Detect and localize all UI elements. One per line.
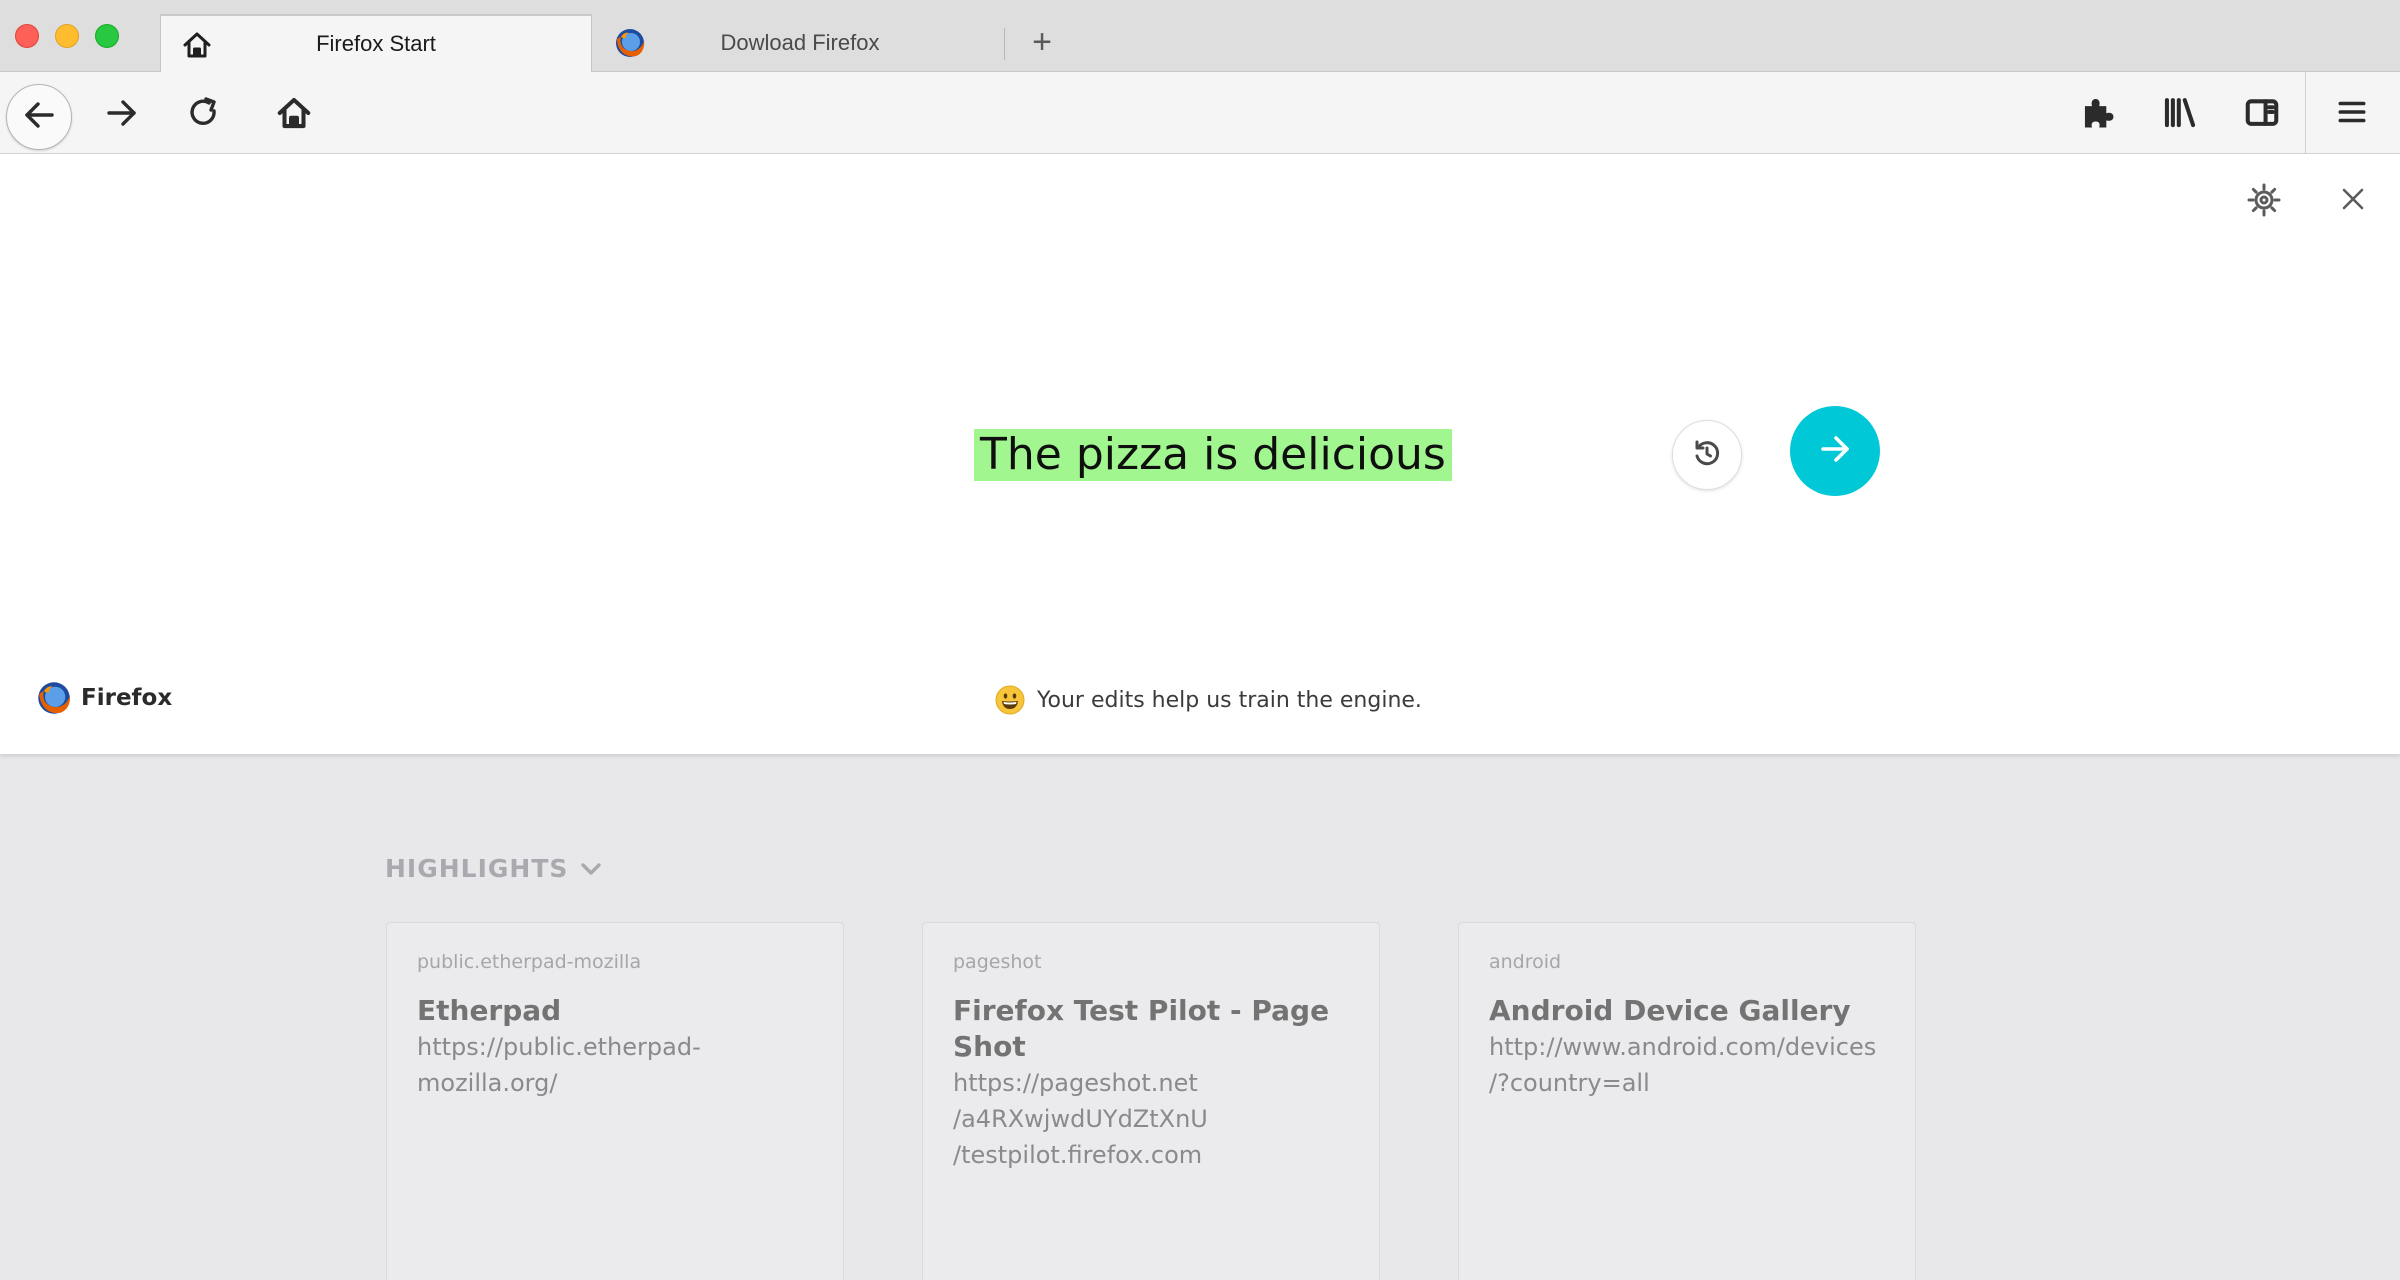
- card-title: Firefox Test Pilot - Page Shot: [953, 993, 1349, 1065]
- window-close-button[interactable]: [15, 24, 39, 48]
- footnote-text: Your edits help us train the engine.: [1037, 687, 1422, 713]
- firefox-logo-icon: [36, 680, 72, 716]
- reload-button[interactable]: [182, 93, 226, 137]
- tab-separator: [1004, 28, 1005, 60]
- firefox-brand: Firefox: [36, 680, 172, 716]
- card-host: android: [1489, 951, 1562, 973]
- back-button[interactable]: [6, 84, 72, 150]
- card-url-line: https://public.etherpad-: [417, 1033, 701, 1061]
- home-icon: [181, 29, 213, 61]
- training-note: Your edits help us train the engine.: [995, 685, 1422, 715]
- tab-label: Dowload Firefox: [720, 30, 880, 55]
- tab-download-firefox[interactable]: Dowload Firefox: [594, 14, 1006, 72]
- highlights-title: HIGHLIGHTS: [385, 854, 569, 883]
- card-title-line: Firefox Test Pilot - Page: [953, 994, 1330, 1027]
- window-zoom-button[interactable]: [95, 24, 119, 48]
- close-panel-button[interactable]: [2336, 184, 2370, 218]
- card-url-line: /testpilot.firefox.com: [953, 1141, 1203, 1169]
- card-url-line: https://pageshot.net: [953, 1069, 1198, 1097]
- tab-strip: Firefox Start Dowload Firefox +: [0, 0, 2400, 72]
- library-button[interactable]: [2158, 92, 2202, 136]
- window-minimize-button[interactable]: [55, 24, 79, 48]
- editable-sentence[interactable]: The pizza is delicious: [974, 429, 1452, 481]
- toolbar-separator: [2305, 72, 2306, 154]
- firefox-logo-icon: [614, 27, 646, 59]
- navigation-toolbar: [0, 72, 2400, 154]
- brand-name: Firefox: [81, 685, 173, 711]
- card-host: public.etherpad-mozilla: [417, 951, 642, 973]
- menu-hamburger-icon: [2335, 95, 2369, 134]
- grinning-face-icon: [995, 685, 1025, 715]
- menu-button[interactable]: [2330, 92, 2374, 136]
- extensions-puzzle-icon: [2079, 93, 2117, 136]
- extensions-button[interactable]: [2076, 92, 2120, 136]
- card-url-line: /?country=all: [1489, 1069, 1650, 1097]
- highlights-header[interactable]: HIGHLIGHTS: [385, 854, 604, 883]
- snippet-panel: The pizza is delicious Firefox Your edit…: [0, 154, 2400, 754]
- sidebar-button[interactable]: [2240, 92, 2284, 136]
- arrow-right-icon: [1815, 429, 1855, 474]
- home-button[interactable]: [272, 93, 316, 137]
- card-url-line: http://www.android.com/devices: [1489, 1033, 1877, 1061]
- back-arrow-icon: [19, 95, 59, 140]
- card-title: Android Device Gallery: [1489, 994, 1851, 1027]
- submit-button[interactable]: [1790, 406, 1880, 496]
- forward-arrow-icon: [102, 93, 142, 138]
- gear-icon: [2246, 182, 2282, 223]
- chevron-down-icon: [578, 856, 604, 882]
- undo-button[interactable]: [1672, 420, 1742, 490]
- library-icon: [2161, 93, 2199, 136]
- card-url-line: /a4RXwjwdUYdZtXnU: [953, 1105, 1208, 1133]
- home-icon: [275, 94, 313, 137]
- sidebar-icon: [2243, 93, 2281, 136]
- tab-firefox-start[interactable]: Firefox Start: [160, 14, 592, 72]
- card-title-line: Shot: [953, 1030, 1026, 1063]
- close-icon: [2341, 187, 2365, 216]
- tab-label: Firefox Start: [316, 31, 436, 56]
- forward-button[interactable]: [100, 93, 144, 137]
- settings-button[interactable]: [2244, 182, 2284, 222]
- new-tab-button[interactable]: +: [1022, 22, 1062, 62]
- highlight-card[interactable]: android Android Device Gallery http://ww…: [1458, 922, 1916, 1280]
- card-host: pageshot: [953, 951, 1042, 973]
- card-url-line: mozilla.org/: [417, 1069, 558, 1097]
- undo-icon: [1690, 436, 1724, 475]
- highlight-card[interactable]: pageshot Firefox Test Pilot - Page Shot …: [922, 922, 1380, 1280]
- reload-icon: [184, 93, 224, 138]
- highlight-card[interactable]: public.etherpad-mozilla Etherpad https:/…: [386, 922, 844, 1280]
- card-title: Etherpad: [417, 994, 562, 1027]
